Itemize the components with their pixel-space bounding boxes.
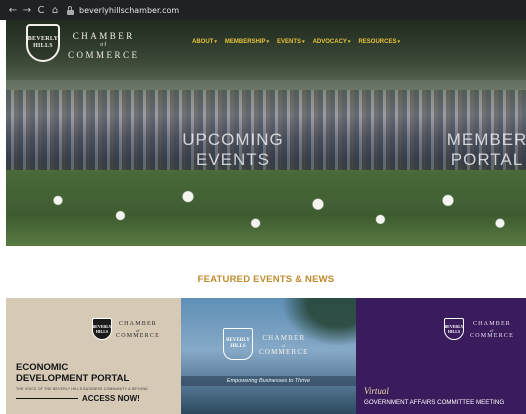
hero-banner: BEVERLY HILLS CHAMBER of COMMERCE ABOUT▾… [6,20,526,246]
logo-text[interactable]: CHAMBER of COMMERCE [68,30,140,61]
forward-icon[interactable]: → [20,2,34,18]
card-subtitle: THE VOICE OF THE BEVERLY HILLS BUSINESS … [16,387,148,391]
url-text: beverlyhillschamber.com [79,5,180,15]
hero-flower-bushes [6,170,526,246]
logo-shield-line: BEVERLY [27,36,59,42]
wordmark-line2: COMMERCE [470,333,514,339]
card-empowering-businesses[interactable]: BEVERLY HILLS CHAMBER of COMMERCE Empowe… [181,298,356,414]
wordmark-line1: CHAMBER [118,321,158,327]
card-government-affairs-meeting[interactable]: BEVERLY HILLS CHAMBER of COMMERCE Virtua… [356,298,526,414]
reload-icon[interactable]: C [34,2,48,18]
menu-item-label: EVENTS [277,39,302,45]
wordmark-line2: COMMERCE [259,348,309,356]
menu-item-resources[interactable]: RESOURCES▾ [358,39,400,45]
shield-line: HILLS [230,344,246,349]
wordmark-line1: CHAMBER [472,321,512,327]
divider [16,398,78,399]
chamber-shield-icon: BEVERLY HILLS [223,328,253,360]
browser-toolbar: ← → C ⌂ beverlyhillschamber.com [0,0,526,20]
card-economic-development-portal[interactable]: BEVERLY HILLS CHAMBER of COMMERCE ECONOM… [6,298,181,414]
card-title-line1: ECONOMIC [16,362,69,373]
featured-cards: BEVERLY HILLS CHAMBER of COMMERCE ECONOM… [6,298,526,414]
chamber-wordmark: CHAMBER of COMMERCE [470,321,514,340]
upcoming-events-link[interactable]: UPCOMING EVENTS [178,130,288,170]
menu-item-label: RESOURCES [358,39,397,45]
menu-item-label: ABOUT [192,39,214,45]
chamber-shield-icon: BEVERLY HILLS [92,318,112,340]
main-menu: ABOUT▾ MEMBERSHIP▾ EVENTS▾ ADVOCACY▾ RES… [192,39,408,45]
featured-heading: FEATURED EVENTS & NEWS [197,274,335,285]
chevron-down-icon: ▾ [302,39,305,45]
menu-item-advocacy[interactable]: ADVOCACY▾ [313,39,351,45]
menu-item-about[interactable]: ABOUT▾ [192,39,217,45]
home-icon[interactable]: ⌂ [48,2,62,18]
wordmark-line2: COMMERCE [116,333,160,339]
chevron-down-icon: ▾ [347,39,351,45]
logo-name-of: of [100,42,108,48]
logo-shield-icon[interactable]: BEVERLY HILLS [26,24,60,62]
menu-item-label: ADVOCACY [312,39,347,45]
site-header: BEVERLY HILLS CHAMBER of COMMERCE ABOUT▾… [6,20,526,68]
chevron-down-icon: ▾ [214,39,217,45]
chamber-shield-icon: BEVERLY HILLS [444,318,464,340]
card-tagline: Empowering Businesses to Thrive [181,376,356,386]
lock-icon [66,5,74,15]
shield-line: HILLS [95,329,109,334]
logo-name-line1: CHAMBER [72,31,135,41]
card-title: ECONOMIC DEVELOPMENT PORTAL [16,362,129,384]
menu-item-label: MEMBERSHIP [224,39,266,45]
wordmark-line1: CHAMBER [262,334,306,342]
card-title: GOVERNMENT AFFAIRS COMMITTEE MEETING [364,399,505,406]
logo-shield-line: HILLS [33,43,53,49]
card-virtual-label: Virtual [364,386,389,396]
chevron-down-icon: ▾ [266,39,270,45]
logo-name-line2: COMMERCE [68,50,140,60]
back-icon[interactable]: ← [6,2,20,18]
menu-item-events[interactable]: EVENTS▾ [277,39,305,45]
access-now-link[interactable]: ACCESS NOW! [82,394,140,403]
member-portal-link[interactable]: MEMBER PORTAL [432,130,526,170]
chamber-wordmark: CHAMBER of COMMERCE [116,321,160,340]
address-bar[interactable]: beverlyhillschamber.com [66,3,179,17]
chamber-wordmark: CHAMBER of COMMERCE [259,334,309,357]
website: BEVERLY HILLS CHAMBER of COMMERCE ABOUT▾… [6,20,526,414]
card-title-line2: DEVELOPMENT PORTAL [16,373,130,384]
menu-item-membership[interactable]: MEMBERSHIP▾ [225,39,269,45]
chevron-down-icon: ▾ [397,39,400,45]
shield-line: HILLS [447,329,461,334]
